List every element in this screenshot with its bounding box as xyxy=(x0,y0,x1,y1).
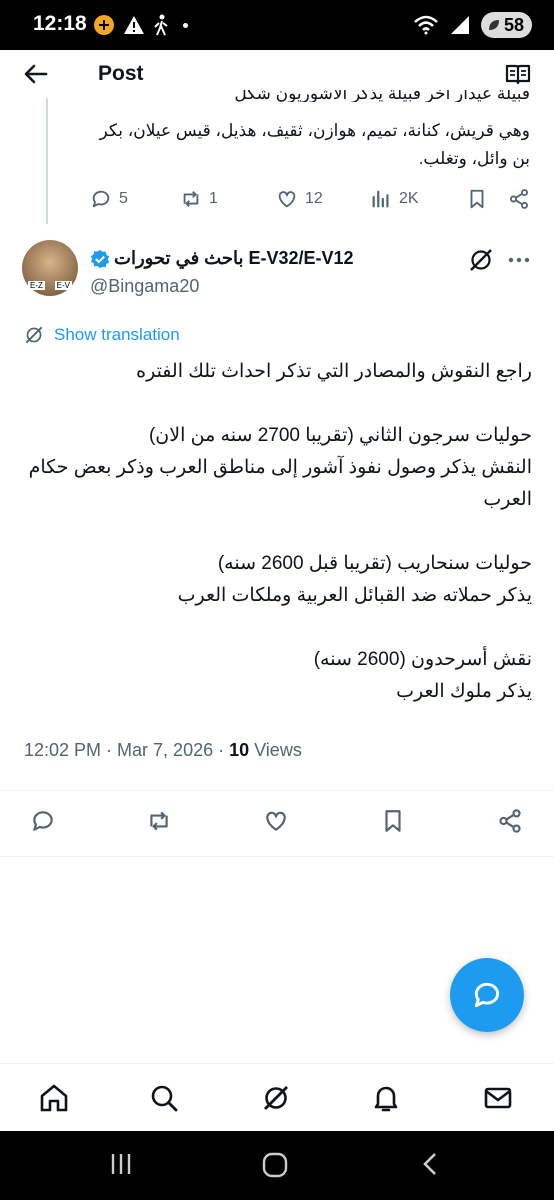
reader-icon[interactable] xyxy=(504,60,532,88)
previous-post-partial-line: قبيلة عيدار اخر قبيلة يذكر الاشوريون شكل xyxy=(234,90,530,102)
avatar-image-detail: E-Z xyxy=(28,281,45,290)
notifications-icon[interactable] xyxy=(370,1082,402,1114)
home-icon[interactable] xyxy=(38,1082,70,1114)
repost-button[interactable]: 1 xyxy=(180,188,218,210)
post-views-count: 10 xyxy=(229,740,250,760)
grok-nav-icon[interactable] xyxy=(260,1082,292,1114)
post-actions xyxy=(0,808,554,838)
like-button[interactable]: 12 xyxy=(276,188,323,210)
system-navigation-bar xyxy=(0,1131,554,1200)
messages-icon[interactable] xyxy=(482,1082,514,1114)
verified-icon xyxy=(90,249,110,268)
more-icon[interactable] xyxy=(506,247,532,273)
walking-icon xyxy=(154,14,168,36)
bookmark-icon xyxy=(385,810,401,832)
views-button[interactable]: 2K xyxy=(370,188,419,210)
bookmark-icon xyxy=(470,189,484,209)
views-icon xyxy=(372,190,389,208)
post-timestamp[interactable]: 12:02 PM · Mar 7, 2026 · xyxy=(24,740,229,760)
status-bar: 12:18 58 xyxy=(0,0,554,50)
bottom-navigation xyxy=(0,1063,554,1132)
share-button[interactable] xyxy=(508,188,530,210)
signal-icon xyxy=(450,16,469,34)
search-icon[interactable] xyxy=(148,1082,180,1114)
avatar[interactable]: E-Z E-V xyxy=(22,240,78,296)
recent-apps-icon[interactable] xyxy=(108,1151,134,1177)
reply-icon xyxy=(33,811,53,831)
status-time: 12:18 xyxy=(33,12,87,35)
post-bookmark-button[interactable] xyxy=(380,808,406,834)
post-like-button[interactable] xyxy=(263,808,289,834)
home-button-icon[interactable] xyxy=(261,1151,289,1179)
dot-icon xyxy=(183,22,188,28)
like-icon xyxy=(266,811,286,831)
like-count: 12 xyxy=(305,190,323,207)
grok-icon[interactable] xyxy=(468,247,494,273)
post-views-label: Views xyxy=(249,740,302,760)
previous-post-actions: 5 1 12 2K xyxy=(0,188,554,218)
author-handle[interactable]: @Bingama20 xyxy=(90,276,199,297)
like-icon xyxy=(278,191,296,208)
repost-count: 1 xyxy=(209,190,218,207)
compose-icon xyxy=(474,982,500,1008)
post-share-button[interactable] xyxy=(497,808,523,834)
compose-reply-fab[interactable] xyxy=(450,958,524,1032)
repost-icon xyxy=(183,191,199,207)
wifi-icon xyxy=(414,15,438,35)
author-name-text: E-V32/E-V12 باحث في تحورات xyxy=(114,248,354,268)
reply-count: 5 xyxy=(119,190,128,207)
reply-icon xyxy=(92,190,110,208)
battery-indicator: 58 xyxy=(480,12,532,38)
post-repost-button[interactable] xyxy=(146,808,172,834)
warning-icon xyxy=(124,16,144,34)
grok-translate-icon xyxy=(25,326,43,344)
battery-level: 58 xyxy=(503,14,524,35)
leaf-icon xyxy=(488,20,499,30)
divider-bottom xyxy=(0,856,554,857)
views-count: 2K xyxy=(399,190,419,207)
share-icon xyxy=(499,809,521,833)
bookmark-button[interactable] xyxy=(466,188,488,210)
back-arrow-icon[interactable] xyxy=(22,60,50,88)
post-meta: 12:02 PM · Mar 7, 2026 · 10 Views xyxy=(24,740,302,761)
avatar-image-detail-2: E-V xyxy=(54,281,72,290)
page-title: Post xyxy=(98,62,144,85)
share-icon xyxy=(510,189,528,209)
previous-post-line-1: وهي قريش، كنانة، تميم، هوازن، ثقيف، هذيل… xyxy=(99,121,530,140)
app-notification-icon xyxy=(94,15,114,35)
status-notification-icons xyxy=(93,12,188,38)
previous-post-line-2: بن وائل، وتغلب. xyxy=(418,149,530,168)
reply-button[interactable]: 5 xyxy=(90,188,128,210)
status-right: 58 xyxy=(413,11,532,39)
author-name[interactable]: E-V32/E-V12 باحث في تحورات xyxy=(90,248,354,269)
post-body: راجع النقوش والمصادر التي تذكر احداث تلك… xyxy=(28,361,532,702)
divider-top xyxy=(0,790,554,791)
show-translation-label: Show translation xyxy=(54,325,180,344)
show-translation-button[interactable]: Show translation xyxy=(24,325,180,345)
back-button-icon[interactable] xyxy=(418,1151,444,1177)
post-reply-button[interactable] xyxy=(30,808,56,834)
repost-icon xyxy=(150,811,168,831)
